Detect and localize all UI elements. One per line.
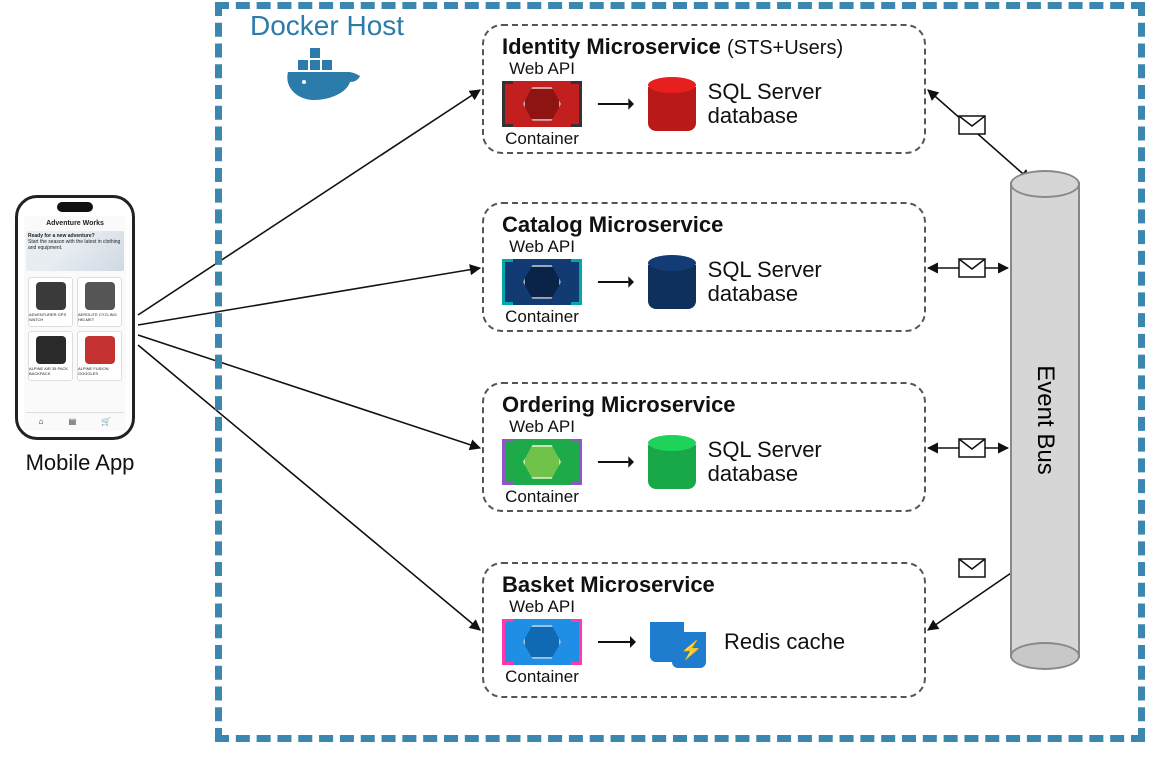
- arrow-icon: [596, 632, 636, 652]
- bracket-icon: [571, 439, 582, 485]
- mobile-app-label: Mobile App: [15, 450, 145, 476]
- product-name: ALPINE FUSION GOGGLES: [78, 366, 121, 376]
- event-bus-bottom: [1010, 642, 1080, 670]
- phone-product-grid: ADVENTURER GPS WATCH AEROLITE CYCLING HE…: [24, 275, 126, 383]
- basket-store-label: Redis cache: [724, 630, 845, 654]
- container-icon: [502, 81, 582, 127]
- identity-webapi-col: Web API Container: [502, 60, 582, 148]
- container-label: Container: [502, 130, 582, 148]
- webapi-label: Web API: [502, 238, 582, 256]
- ordering-microservice-box: Ordering Microservice Web API Container …: [482, 382, 926, 512]
- envelope-icon: [958, 558, 986, 578]
- phone-hero: Ready for a new adventure? Start the sea…: [26, 231, 124, 271]
- identity-microservice-box: Identity Microservice (STS+Users) Web AP…: [482, 24, 926, 154]
- bracket-icon: [571, 259, 582, 305]
- db-lid: [648, 435, 696, 451]
- identity-title-text: Identity Microservice: [502, 34, 721, 59]
- db-lid: [648, 255, 696, 271]
- identity-store-label: SQL Server database: [708, 80, 908, 128]
- db-lid: [648, 77, 696, 93]
- database-icon: [648, 435, 694, 489]
- event-bus-top: [1010, 170, 1080, 198]
- bracket-icon: [502, 439, 513, 485]
- phone-brand: Adventure Works: [24, 216, 126, 227]
- db-cyl: [648, 445, 696, 489]
- product-swatch: [85, 336, 115, 364]
- bracket-icon: [571, 619, 582, 665]
- envelope-icon: [958, 438, 986, 458]
- ordering-store-label: SQL Server database: [708, 438, 908, 486]
- ordering-title-text: Ordering Microservice: [502, 392, 736, 417]
- webapi-label: Web API: [502, 598, 582, 616]
- event-bus-label: Event Bus: [1031, 365, 1059, 474]
- db-cyl: [648, 87, 696, 131]
- basket-title: Basket Microservice: [502, 572, 908, 598]
- mobile-phone: Adventure Works Ready for a new adventur…: [15, 195, 135, 440]
- container-label: Container: [502, 488, 582, 506]
- arrow-icon: [596, 272, 634, 292]
- product-swatch: [36, 282, 66, 310]
- lightning-icon: ⚡: [680, 640, 702, 661]
- docker-host-label: Docker Host: [250, 10, 404, 42]
- catalog-store-label: SQL Server database: [708, 258, 908, 306]
- list-icon: ▤: [69, 417, 77, 426]
- container-label: Container: [502, 668, 582, 686]
- arrow-icon: [596, 94, 634, 114]
- product-swatch: [36, 336, 66, 364]
- container-icon: [502, 259, 582, 305]
- webapi-label: Web API: [502, 418, 582, 436]
- phone-hero-sub: Start the season with the latest in clot…: [28, 239, 122, 251]
- catalog-microservice-box: Catalog Microservice Web API Container S…: [482, 202, 926, 332]
- phone-product-card: AEROLITE CYCLING HELMET: [77, 277, 122, 327]
- catalog-title-text: Catalog Microservice: [502, 212, 723, 237]
- basket-title-text: Basket Microservice: [502, 572, 715, 597]
- identity-title: Identity Microservice (STS+Users): [502, 34, 908, 60]
- catalog-webapi-col: Web API Container: [502, 238, 582, 326]
- identity-title-suffix: (STS+Users): [727, 37, 843, 59]
- catalog-title: Catalog Microservice: [502, 212, 908, 238]
- cart-icon: 🛒: [101, 417, 111, 426]
- product-name: ALPINE AIR 35 PACK BACKPACK: [29, 366, 72, 376]
- product-swatch: [85, 282, 115, 310]
- product-name: ADVENTURER GPS WATCH: [29, 312, 72, 322]
- bracket-icon: [502, 81, 513, 127]
- phone-tabbar: ⌂ ▤ 🛒: [26, 412, 124, 429]
- phone-product-card: ALPINE FUSION GOGGLES: [77, 331, 122, 381]
- docker-whale-icon: [280, 42, 380, 102]
- container-label: Container: [502, 308, 582, 326]
- redis-cache-icon: ⚡: [650, 614, 710, 670]
- ordering-webapi-col: Web API Container: [502, 418, 582, 506]
- phone-product-card: ALPINE AIR 35 PACK BACKPACK: [28, 331, 73, 381]
- ordering-title: Ordering Microservice: [502, 392, 908, 418]
- basket-webapi-col: Web API Container: [502, 598, 582, 686]
- arrow-icon: [596, 452, 634, 472]
- phone-product-card: ADVENTURER GPS WATCH: [28, 277, 73, 327]
- bracket-icon: [502, 619, 513, 665]
- db-cyl: [648, 265, 696, 309]
- bracket-icon: [502, 259, 513, 305]
- phone-screen: Adventure Works Ready for a new adventur…: [24, 216, 126, 431]
- envelope-icon: [958, 258, 986, 278]
- event-bus: Event Bus: [1010, 170, 1080, 670]
- home-icon: ⌂: [39, 417, 44, 426]
- basket-microservice-box: Basket Microservice Web API Container: [482, 562, 926, 698]
- container-icon: [502, 439, 582, 485]
- database-icon: [648, 255, 694, 309]
- container-icon: [502, 619, 582, 665]
- product-name: AEROLITE CYCLING HELMET: [78, 312, 121, 322]
- database-icon: [648, 77, 694, 131]
- diagram-canvas: Docker Host Adventure Works Ready for a …: [0, 0, 1153, 760]
- phone-notch: [57, 202, 93, 212]
- envelope-icon: [958, 115, 986, 135]
- webapi-label: Web API: [502, 60, 582, 78]
- bracket-icon: [571, 81, 582, 127]
